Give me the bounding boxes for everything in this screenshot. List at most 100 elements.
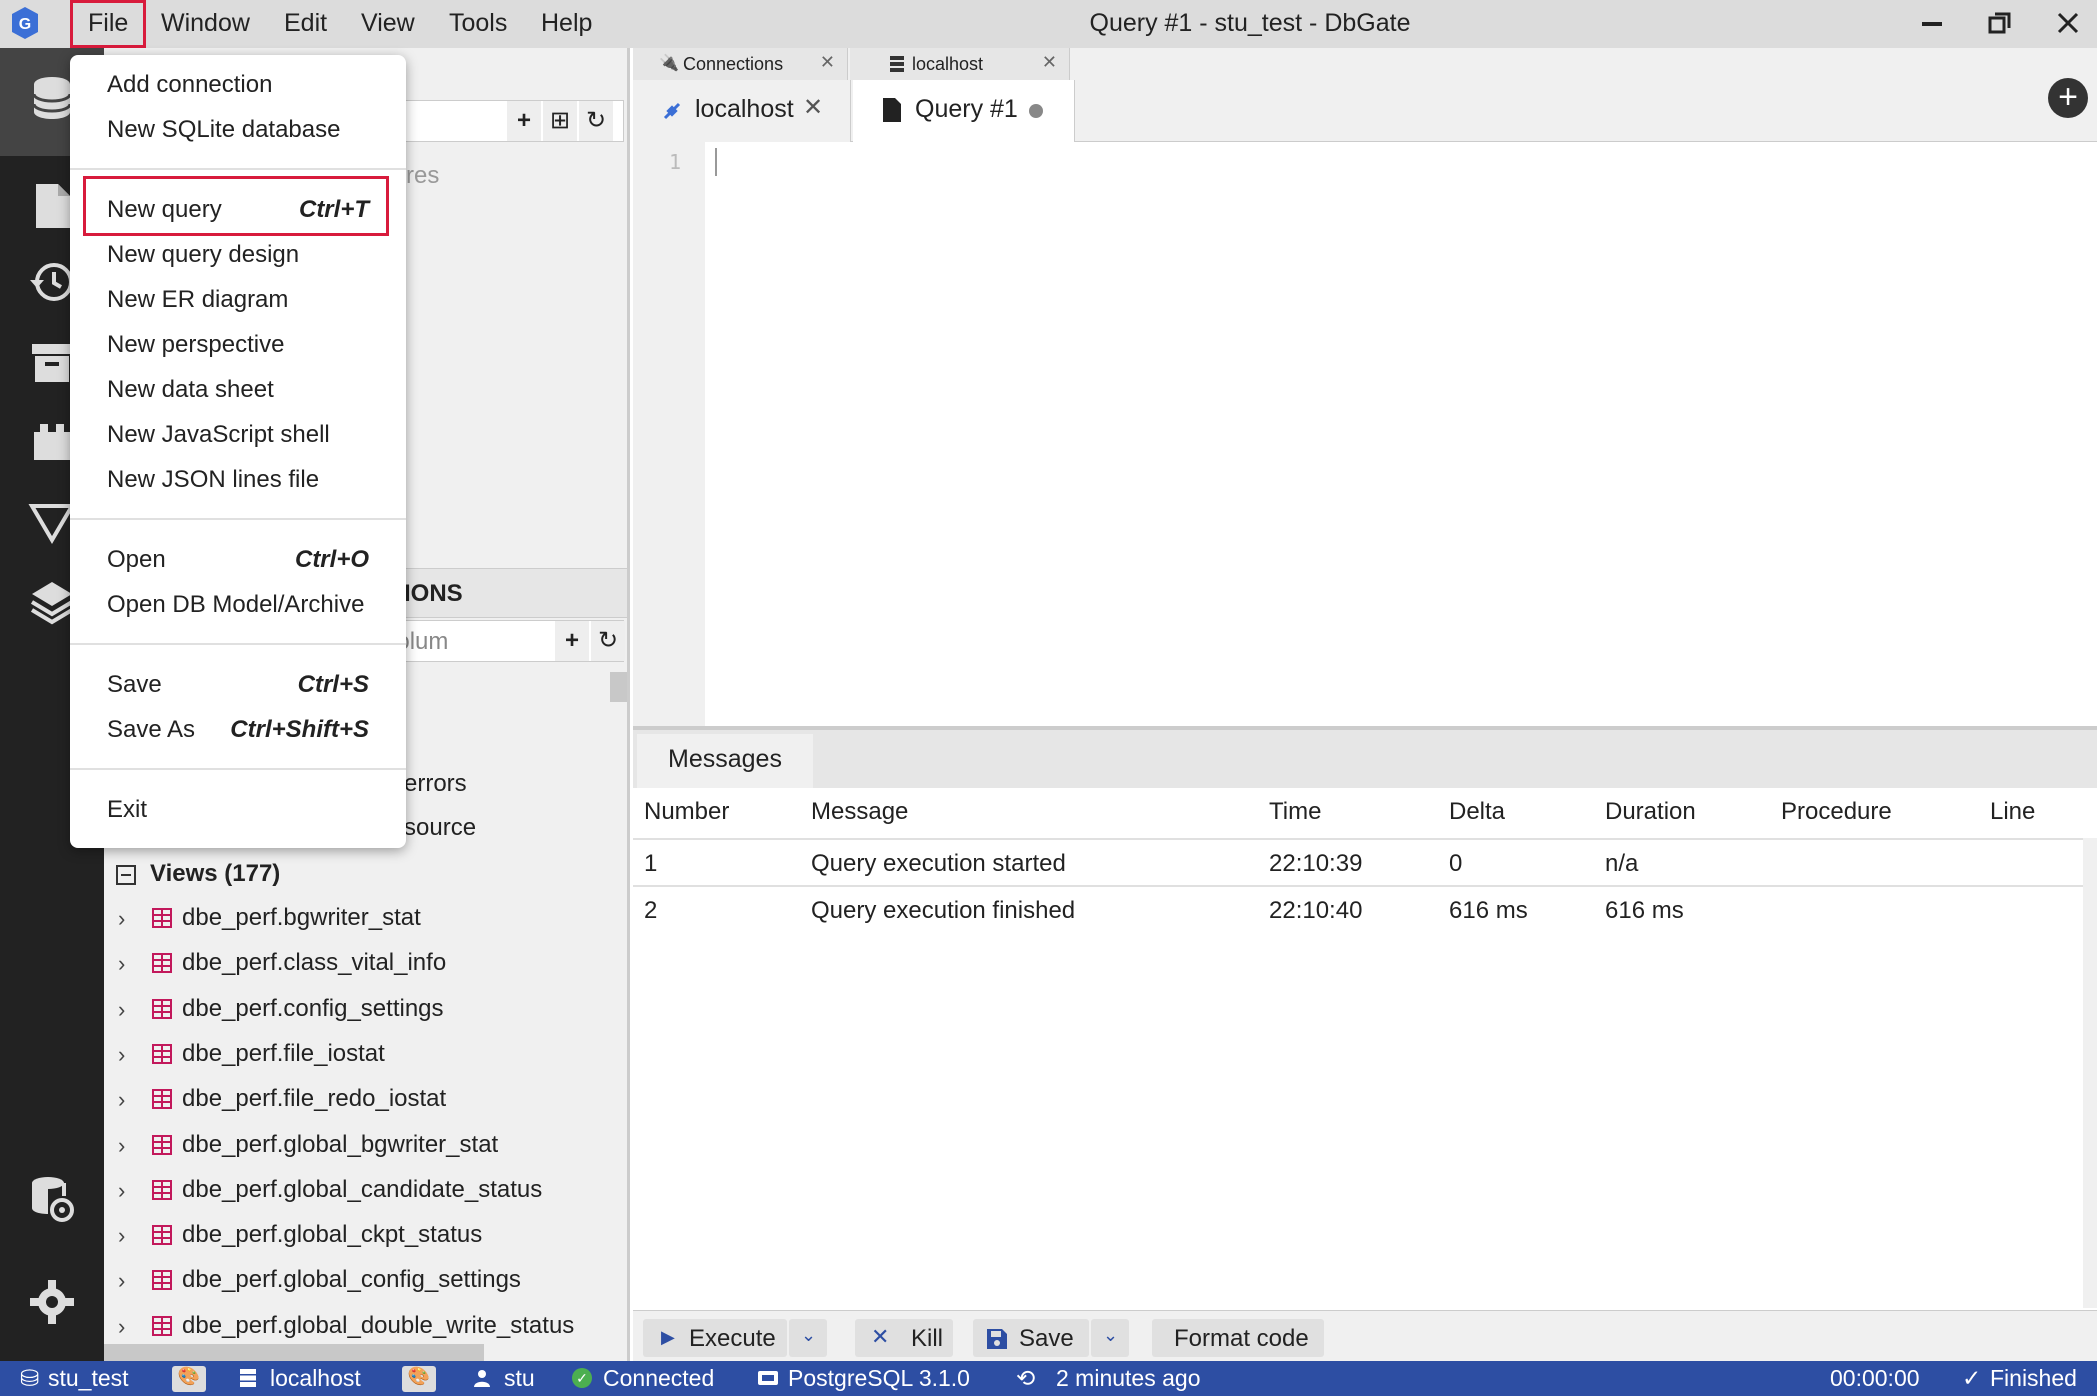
history-icon[interactable]: [28, 258, 76, 306]
menu-help[interactable]: Help: [541, 9, 592, 38]
menu-window[interactable]: Window: [161, 9, 250, 38]
table-row[interactable]: 1 Query execution started 22:10:39 0 n/a: [633, 838, 2083, 885]
add-icon[interactable]: +: [507, 101, 541, 141]
column-header-time: Time: [1269, 798, 1322, 825]
status-bar: ⛁ stu_test 🎨 localhost 🎨 stu ✓ Connected…: [0, 1361, 2097, 1396]
menu-edit[interactable]: Edit: [284, 9, 327, 38]
menu-tools[interactable]: Tools: [449, 9, 507, 38]
chevron-right-icon[interactable]: ›: [118, 1268, 125, 1294]
tree-scrollbar[interactable]: [610, 672, 627, 702]
save-button[interactable]: Save: [973, 1319, 1089, 1357]
tab-localhost-server[interactable]: localhost ✕: [850, 48, 1070, 80]
table-icon: [152, 998, 172, 1019]
layers-icon[interactable]: [28, 578, 76, 626]
messages-scrollbar[interactable]: [2083, 838, 2097, 1308]
table-icon: [152, 953, 172, 974]
menu-item-exit[interactable]: Exit: [70, 787, 406, 831]
tab-query-1[interactable]: Query #1: [853, 80, 1075, 142]
check-circle-icon: ✓: [572, 1368, 592, 1388]
chevron-right-icon[interactable]: ›: [118, 951, 125, 977]
tree-view-item[interactable]: › dbe_perf.global_config_settings: [104, 1260, 627, 1304]
chevron-right-icon[interactable]: ›: [118, 1087, 125, 1113]
close-icon[interactable]: ✕: [1042, 52, 1057, 73]
menu-item-new-javascript-shell[interactable]: New JavaScript shell: [70, 412, 406, 456]
server-icon: [240, 1369, 256, 1387]
refresh-icon[interactable]: ↻: [579, 101, 613, 141]
filter-icon[interactable]: [28, 498, 76, 546]
menu-item-shortcut: Ctrl+S: [297, 671, 369, 698]
tree-item-partial-errors[interactable]: errors: [404, 770, 467, 798]
tree-view-item[interactable]: › dbe_perf.global_ckpt_status: [104, 1215, 627, 1259]
menu-item-new-json-lines-file[interactable]: New JSON lines file: [70, 457, 406, 501]
tree-view-item[interactable]: › dbe_perf.global_bgwriter_stat: [104, 1125, 627, 1169]
tree-view-item[interactable]: › dbe_perf.config_settings: [104, 989, 627, 1033]
tree-view-item[interactable]: › dbe_perf.file_iostat: [104, 1034, 627, 1078]
chevron-right-icon[interactable]: ›: [118, 1178, 125, 1204]
palette-icon[interactable]: 🎨: [172, 1366, 206, 1392]
menu-item-new-er-diagram[interactable]: New ER diagram: [70, 277, 406, 321]
menu-item-new-data-sheet[interactable]: New data sheet: [70, 367, 406, 411]
add-icon[interactable]: +: [555, 621, 589, 661]
close-icon[interactable]: ✕: [803, 93, 823, 122]
tree-view-item[interactable]: › dbe_perf.file_redo_iostat: [104, 1079, 627, 1123]
status-database[interactable]: stu_test: [48, 1365, 129, 1392]
column-header-line: Line: [1990, 798, 2036, 825]
menu-item-new-query-design[interactable]: New query design: [70, 232, 406, 276]
menu-item-label: New perspective: [107, 331, 285, 358]
menu-separator: [70, 768, 406, 770]
menu-item-add-connection[interactable]: Add connection: [70, 62, 406, 106]
menu-item-save-as[interactable]: Save As Ctrl+Shift+S: [70, 707, 406, 751]
gear-icon[interactable]: [28, 1278, 76, 1326]
plugin-icon[interactable]: [28, 418, 76, 466]
tree-view-item[interactable]: › dbe_perf.global_candidate_status: [104, 1170, 627, 1214]
chevron-right-icon[interactable]: ›: [118, 1042, 125, 1068]
chevron-right-icon[interactable]: ›: [118, 906, 125, 932]
close-icon[interactable]: ✕: [820, 52, 835, 73]
menu-item-open[interactable]: Open Ctrl+O: [70, 537, 406, 581]
tab-messages[interactable]: Messages: [637, 734, 813, 788]
format-code-button[interactable]: Format code: [1152, 1319, 1324, 1357]
folder-add-icon[interactable]: ⊞: [543, 101, 577, 141]
tree-item-partial-source[interactable]: source: [404, 814, 476, 842]
tree-view-item[interactable]: › dbe_perf.bgwriter_stat: [104, 898, 627, 942]
tree-item-partial[interactable]: res: [406, 162, 439, 190]
chevron-right-icon[interactable]: ›: [118, 1133, 125, 1159]
chevron-right-icon[interactable]: ›: [118, 1314, 125, 1340]
collapse-icon[interactable]: [116, 865, 136, 885]
column-header-message: Message: [811, 798, 909, 825]
menu-view[interactable]: View: [361, 9, 415, 38]
tree-view-label: dbe_perf.global_bgwriter_stat: [182, 1130, 499, 1158]
tab-localhost[interactable]: localhost ✕: [633, 80, 851, 142]
menu-item-new-perspective[interactable]: New perspective: [70, 322, 406, 366]
tree-view-item[interactable]: › dbe_perf.class_vital_info: [104, 943, 627, 987]
chevron-right-icon[interactable]: ›: [118, 1223, 125, 1249]
window-title: Query #1 - stu_test - DbGate: [1089, 9, 1411, 37]
database-icon[interactable]: [28, 74, 76, 122]
database-view-icon[interactable]: [28, 1174, 76, 1222]
menu-item-open-db-model-archive[interactable]: Open DB Model/Archive: [70, 582, 406, 626]
file-icon[interactable]: [28, 182, 76, 230]
sql-editor[interactable]: 1: [633, 142, 2097, 726]
engine-icon: [758, 1371, 778, 1385]
menu-item-new-sqlite-database[interactable]: New SQLite database: [70, 107, 406, 151]
unsaved-dot-icon: [1029, 104, 1043, 118]
archive-icon[interactable]: [28, 338, 76, 386]
execute-dropdown-button[interactable]: ⌄: [789, 1319, 827, 1357]
tab-connections[interactable]: 🔌 Connections ✕: [633, 48, 848, 80]
restore-icon[interactable]: [1980, 6, 2020, 42]
palette-icon[interactable]: 🎨: [402, 1366, 436, 1392]
chevron-right-icon[interactable]: ›: [118, 997, 125, 1023]
refresh-icon[interactable]: ↻: [591, 621, 625, 661]
status-server[interactable]: localhost: [270, 1365, 361, 1392]
new-tab-plus-icon[interactable]: +: [2048, 78, 2088, 118]
table-row[interactable]: 2 Query execution finished 22:10:40 616 …: [633, 885, 2083, 932]
menu-item-save[interactable]: Save Ctrl+S: [70, 662, 406, 706]
execute-button[interactable]: ▶ Execute: [643, 1319, 787, 1357]
close-icon[interactable]: [2048, 6, 2088, 42]
tree-horizontal-scrollbar[interactable]: [104, 1344, 484, 1361]
views-group-header[interactable]: Views (177): [104, 854, 627, 898]
menu-item-shortcut: Ctrl+Shift+S: [230, 716, 369, 743]
minimize-icon[interactable]: [1912, 6, 1952, 42]
save-dropdown-button[interactable]: ⌄: [1091, 1319, 1129, 1357]
kill-button[interactable]: ✕ Kill: [855, 1319, 953, 1357]
